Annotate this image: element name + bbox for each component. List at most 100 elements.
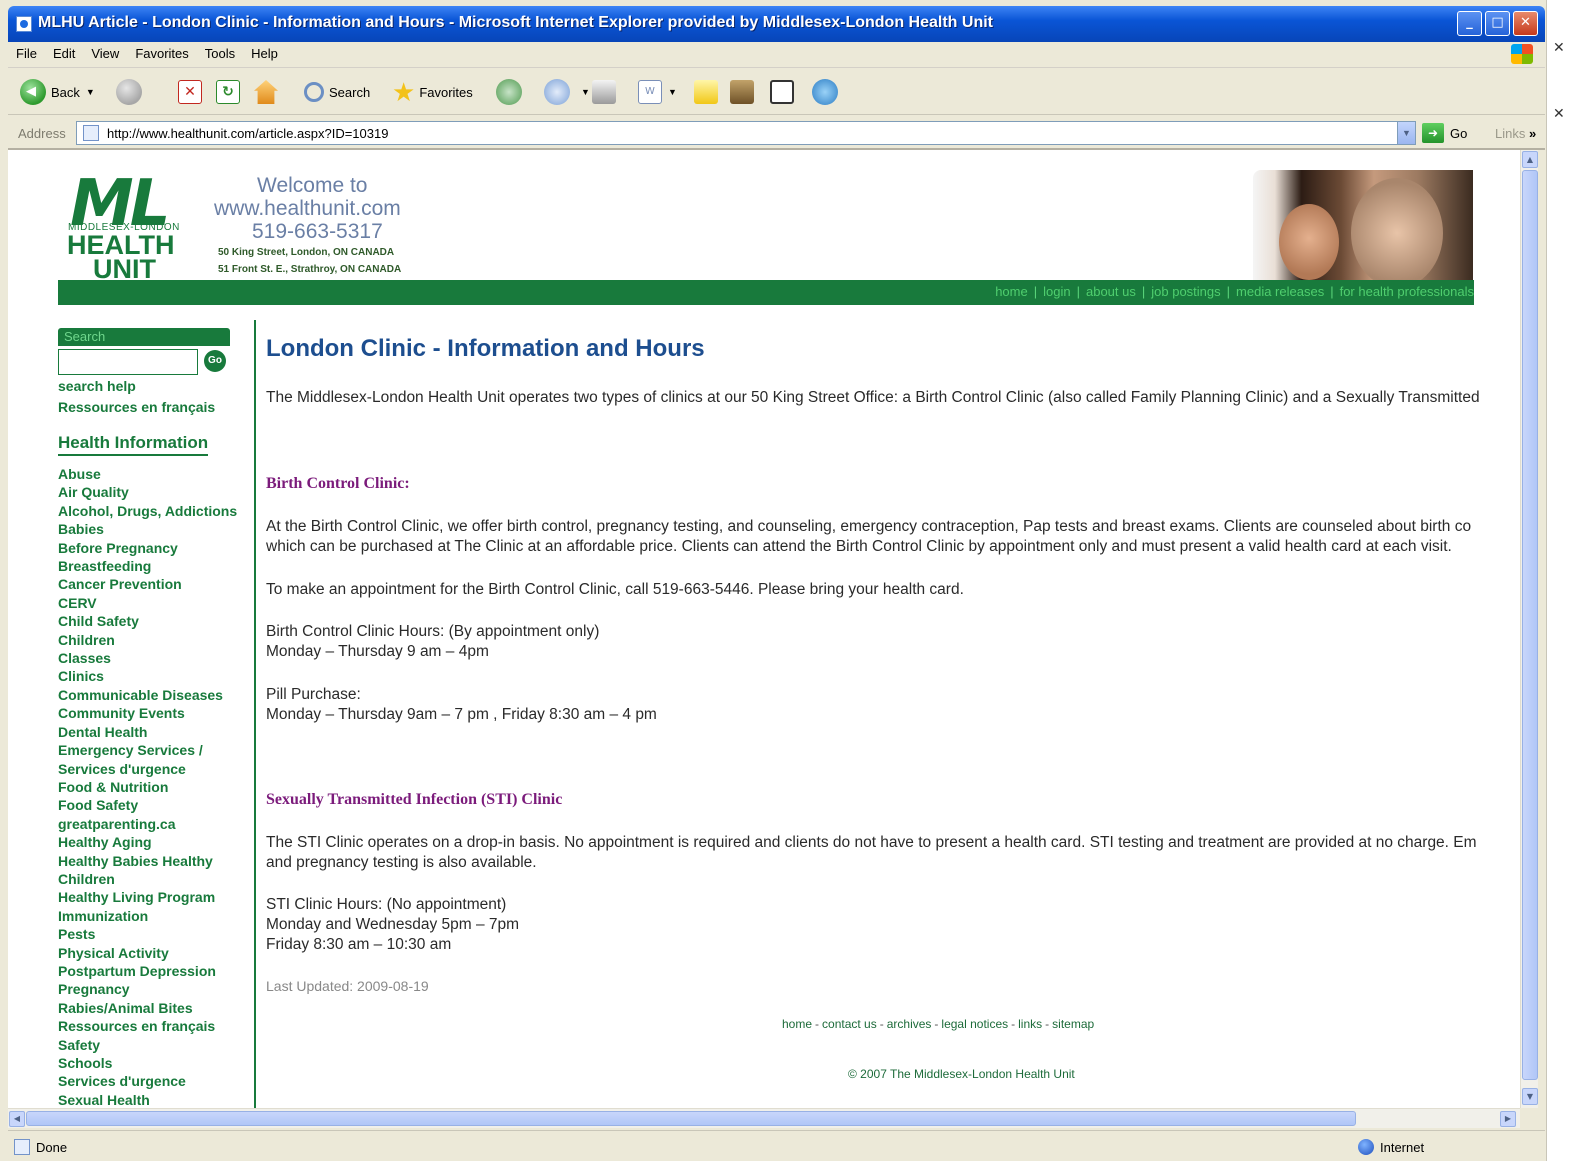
- menu-help[interactable]: Help: [243, 42, 286, 65]
- search-button[interactable]: Search: [304, 77, 370, 107]
- menu-tools[interactable]: Tools: [197, 42, 243, 65]
- page-icon: [83, 125, 99, 141]
- sidebar-item[interactable]: greatparenting.ca: [58, 815, 237, 833]
- home-button[interactable]: [254, 77, 278, 107]
- sidebar-item[interactable]: Clinics: [58, 667, 237, 685]
- messenger-button[interactable]: [812, 77, 843, 107]
- forward-button[interactable]: [116, 77, 147, 107]
- notes-button[interactable]: [694, 77, 718, 107]
- sidebar-item[interactable]: Abuse: [58, 465, 237, 483]
- close-button[interactable]: ✕: [1513, 11, 1538, 36]
- sidebar-item[interactable]: Healthy Aging: [58, 833, 237, 851]
- fullscreen-button[interactable]: [770, 77, 794, 107]
- menu-edit[interactable]: Edit: [45, 42, 83, 65]
- sidebar-item[interactable]: Food & Nutrition: [58, 778, 237, 796]
- sidebar-item[interactable]: Sexual Health: [58, 1091, 237, 1108]
- footer-links-link[interactable]: links: [1018, 1017, 1042, 1031]
- sidebar-item[interactable]: Cancer Prevention: [58, 575, 237, 593]
- address-bar: Address http://www.healthunit.com/articl…: [8, 116, 1545, 150]
- horizontal-scrollbar[interactable]: ◀ ▶: [8, 1108, 1520, 1128]
- address-input[interactable]: http://www.healthunit.com/article.aspx?I…: [76, 121, 1416, 145]
- scroll-left-icon[interactable]: ◀: [9, 1111, 25, 1127]
- close-icon[interactable]: ✕: [1553, 106, 1565, 122]
- sidebar-item[interactable]: Child Safety: [58, 612, 237, 630]
- maximize-button[interactable]: □: [1485, 11, 1510, 36]
- bc-paragraph-line1: At the Birth Control Clinic, we offer bi…: [266, 518, 1472, 535]
- french-resources-link[interactable]: Ressources en français: [58, 399, 215, 415]
- research-button[interactable]: [730, 77, 754, 107]
- scroll-up-icon[interactable]: ▲: [1522, 151, 1538, 168]
- links-toolbar[interactable]: Links »: [1495, 126, 1536, 141]
- sidebar-item[interactable]: Services d'urgence: [58, 1072, 237, 1090]
- sidebar-item[interactable]: Food Safety: [58, 796, 237, 814]
- footer-contact-link[interactable]: contact us: [822, 1017, 877, 1031]
- sidebar-item[interactable]: Alcohol, Drugs, Addictions: [58, 502, 237, 520]
- minimize-button[interactable]: _: [1457, 11, 1482, 36]
- nav-health-professionals[interactable]: for health professionals: [1340, 284, 1474, 299]
- vertical-scrollbar[interactable]: ▲ ▼: [1520, 150, 1538, 1108]
- footer-archives-link[interactable]: archives: [887, 1017, 932, 1031]
- nav-login[interactable]: login: [1043, 284, 1070, 299]
- sidebar-item[interactable]: Classes: [58, 649, 237, 667]
- sidebar-item[interactable]: Community Events: [58, 704, 237, 722]
- search-help-link[interactable]: search help: [58, 378, 136, 394]
- sidebar-item[interactable]: Before Pregnancy: [58, 539, 237, 557]
- page-icon: [14, 1139, 30, 1155]
- sidebar-item[interactable]: Children: [58, 631, 237, 649]
- sidebar-item[interactable]: Pregnancy: [58, 980, 237, 998]
- go-button[interactable]: ➜ Go: [1422, 123, 1467, 143]
- sidebar-item[interactable]: Postpartum Depression: [58, 962, 237, 980]
- edit-button[interactable]: W ▼: [638, 77, 677, 107]
- chevron-right-icon: »: [1528, 126, 1537, 141]
- horizontal-scroll-thumb[interactable]: [26, 1111, 1356, 1126]
- address-dropdown-icon[interactable]: ▼: [1397, 122, 1415, 144]
- menu-file[interactable]: File: [8, 42, 45, 65]
- sidebar-item[interactable]: Healthy Babies Healthy: [58, 852, 237, 870]
- stop-button[interactable]: ✕: [178, 77, 202, 107]
- refresh-button[interactable]: ↻: [216, 77, 240, 107]
- favorites-button[interactable]: ★ Favorites: [392, 77, 473, 107]
- scroll-right-icon[interactable]: ▶: [1500, 1111, 1516, 1127]
- sidebar-item[interactable]: Dental Health: [58, 723, 237, 741]
- mail-button[interactable]: ▼: [544, 77, 590, 107]
- nav-home[interactable]: home: [995, 284, 1028, 299]
- footer-legal-link[interactable]: legal notices: [941, 1017, 1008, 1031]
- menu-favorites[interactable]: Favorites: [127, 42, 196, 65]
- sidebar-item[interactable]: Schools: [58, 1054, 237, 1072]
- scroll-down-icon[interactable]: ▼: [1522, 1088, 1538, 1105]
- vertical-scroll-thumb[interactable]: [1522, 170, 1538, 1080]
- sidebar-item[interactable]: Immunization: [58, 907, 237, 925]
- sidebar-item[interactable]: Babies: [58, 520, 237, 538]
- sidebar-item[interactable]: CERV: [58, 594, 237, 612]
- nav-about-us[interactable]: about us: [1086, 284, 1136, 299]
- sidebar-item[interactable]: Physical Activity: [58, 944, 237, 962]
- sidebar-item[interactable]: Breastfeeding: [58, 557, 237, 575]
- print-button[interactable]: [592, 77, 616, 107]
- site-search-input[interactable]: [58, 349, 198, 375]
- sidebar-item[interactable]: Emergency Services /: [58, 741, 237, 759]
- sidebar-item[interactable]: Healthy Living Program: [58, 888, 237, 906]
- search-go-button[interactable]: Go: [204, 350, 226, 372]
- sidebar-item[interactable]: Safety: [58, 1036, 237, 1054]
- sidebar-item[interactable]: Air Quality: [58, 483, 237, 501]
- window-title: MLHU Article - London Clinic - Informati…: [38, 14, 993, 31]
- close-icon[interactable]: ✕: [1553, 40, 1565, 56]
- nav-media-releases[interactable]: media releases: [1236, 284, 1324, 299]
- sidebar-item[interactable]: Communicable Diseases: [58, 686, 237, 704]
- sidebar-item[interactable]: Services d'urgence: [58, 760, 237, 778]
- photo-person-woman: [1279, 204, 1339, 280]
- history-button[interactable]: [496, 77, 527, 107]
- edit-dropdown-icon[interactable]: ▼: [668, 87, 677, 97]
- menu-view[interactable]: View: [83, 42, 127, 65]
- sidebar-item[interactable]: Pests: [58, 925, 237, 943]
- nav-job-postings[interactable]: job postings: [1151, 284, 1220, 299]
- sidebar-item[interactable]: Rabies/Animal Bites: [58, 999, 237, 1017]
- footer-home-link[interactable]: home: [782, 1017, 812, 1031]
- mail-dropdown-icon[interactable]: ▼: [581, 87, 590, 97]
- back-dropdown-icon[interactable]: ▼: [86, 87, 95, 97]
- back-button[interactable]: Back ▼: [20, 77, 95, 107]
- sidebar-item[interactable]: Children: [58, 870, 237, 888]
- footer-sitemap-link[interactable]: sitemap: [1052, 1017, 1094, 1031]
- refresh-icon: ↻: [216, 80, 240, 104]
- sidebar-item[interactable]: Ressources en français: [58, 1017, 237, 1035]
